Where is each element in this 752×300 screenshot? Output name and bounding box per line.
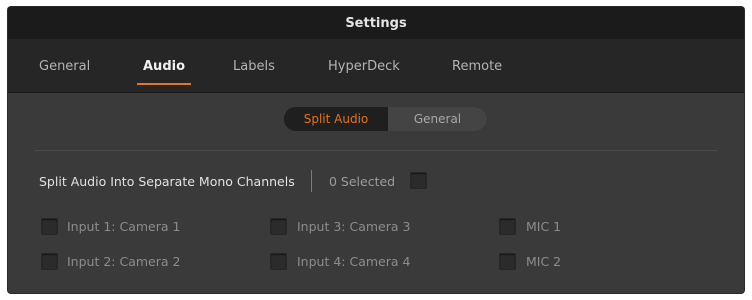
tab-hyperdeck[interactable]: HyperDeck xyxy=(328,59,400,74)
tab-audio[interactable]: Audio xyxy=(136,59,192,85)
mic-1-checkbox[interactable] xyxy=(499,218,516,235)
input-4-label: Input 4: Camera 4 xyxy=(297,254,411,269)
selected-count-label: 0 Selected xyxy=(329,174,396,189)
input-1-checkbox[interactable] xyxy=(41,218,58,235)
mic-2-label: MIC 2 xyxy=(526,254,562,269)
input-2-checkbox[interactable] xyxy=(41,253,58,270)
audio-mode-segmented-control: Split Audio General xyxy=(284,107,487,131)
tab-remote[interactable]: Remote xyxy=(452,59,502,74)
input-3-checkbox[interactable] xyxy=(270,218,287,235)
settings-window: Settings General Audio Labels HyperDeck … xyxy=(8,7,744,293)
tab-bar: General Audio Labels HyperDeck Remote xyxy=(8,39,744,93)
mic-1-label: MIC 1 xyxy=(526,219,562,234)
window-title: Settings xyxy=(345,15,407,31)
input-4-checkbox[interactable] xyxy=(270,253,287,270)
vertical-separator xyxy=(311,170,312,192)
segment-split-audio[interactable]: Split Audio xyxy=(284,107,388,131)
split-audio-heading: Split Audio Into Separate Mono Channels xyxy=(39,174,295,189)
title-bar: Settings xyxy=(8,7,744,39)
tab-labels[interactable]: Labels xyxy=(233,59,275,74)
segment-general[interactable]: General xyxy=(388,107,487,131)
mic-2-checkbox[interactable] xyxy=(499,253,516,270)
select-all-checkbox[interactable] xyxy=(410,172,427,189)
section-divider xyxy=(35,150,717,151)
tab-general[interactable]: General xyxy=(39,59,90,74)
input-2-label: Input 2: Camera 2 xyxy=(67,254,181,269)
input-1-label: Input 1: Camera 1 xyxy=(67,219,181,234)
input-3-label: Input 3: Camera 3 xyxy=(297,219,411,234)
